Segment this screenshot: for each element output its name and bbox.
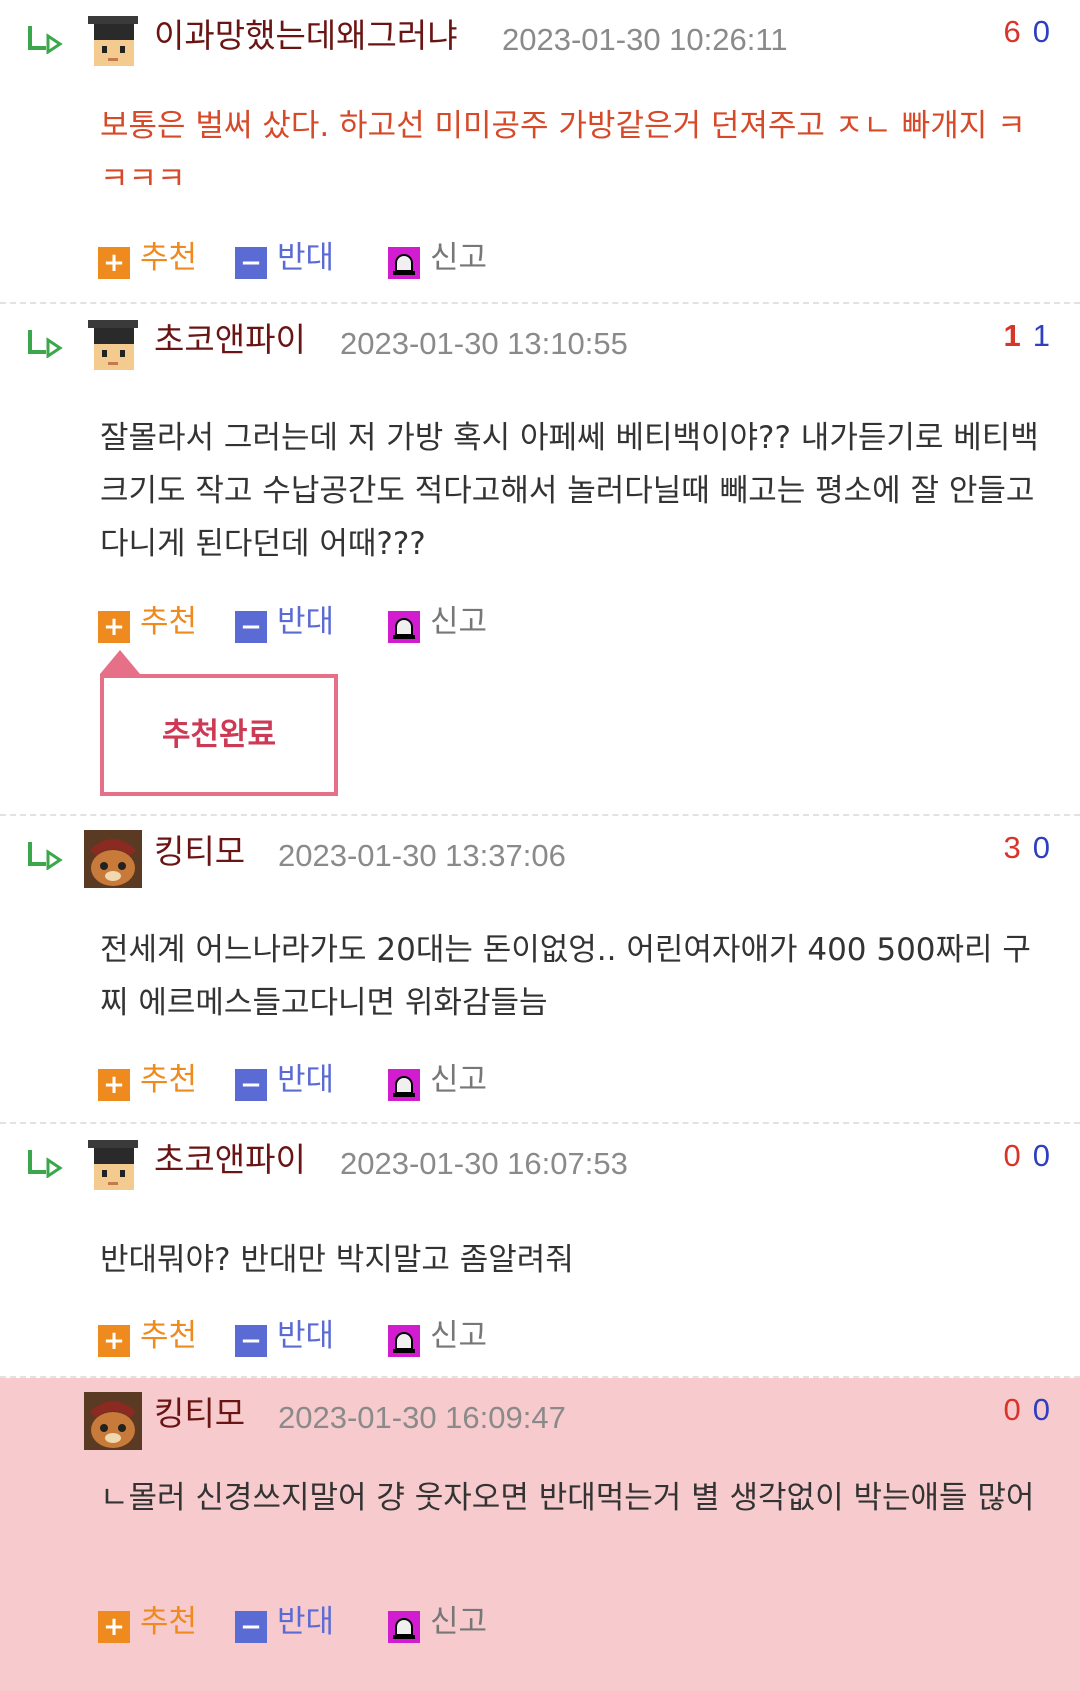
graduate-avatar-icon (84, 14, 142, 72)
reply-arrow-icon (28, 1150, 63, 1178)
downvote-count: 0 (1032, 1138, 1050, 1173)
minus-icon: − (235, 1069, 267, 1101)
comment-date: 2023-01-30 16:09:47 (278, 1400, 566, 1435)
downvote-count: 0 (1032, 1392, 1050, 1427)
minus-icon: − (235, 1325, 267, 1357)
vote-counts: 30 (1004, 826, 1051, 870)
comment-author[interactable]: 이과망했는데왜그러냐 (154, 14, 458, 58)
comment-author[interactable]: 킹티모 (154, 1392, 245, 1436)
graduate-avatar-icon (84, 1138, 142, 1196)
comment-item: 이과망했는데왜그러냐 2023-01-30 10:26:11 60 보통은 벌써… (0, 0, 1080, 304)
upvote-count: 0 (1003, 1138, 1021, 1173)
comment-date: 2023-01-30 13:10:55 (340, 326, 628, 361)
plus-icon: + (98, 611, 130, 643)
avatar[interactable] (84, 830, 142, 888)
plus-icon: + (98, 1325, 130, 1357)
teemo-avatar-icon (84, 1392, 142, 1450)
vote-counts: 00 (1004, 1134, 1051, 1178)
comment-date: 2023-01-30 16:07:53 (340, 1146, 628, 1181)
comment-author[interactable]: 킹티모 (154, 830, 245, 874)
comment-date: 2023-01-30 13:37:06 (278, 838, 566, 873)
vote-counts: 60 (1004, 10, 1051, 54)
comment-text: ㄴ몰러 신경쓰지말어 걍 웃자오면 반대먹는거 별 생각없이 박는애들 많어 (100, 1480, 1035, 1516)
vote-counts: 11 (1004, 314, 1051, 358)
avatar[interactable] (84, 1138, 142, 1196)
siren-icon (388, 611, 420, 643)
comment-date: 2023-01-30 10:26:11 (502, 22, 788, 57)
minus-icon: − (235, 247, 267, 279)
downvote-count: 0 (1032, 14, 1050, 49)
avatar[interactable] (84, 318, 142, 376)
comment-item: 초코앤파이 2023-01-30 16:07:53 00 반대뭐야? 반대만 박… (0, 1124, 1080, 1378)
reply-arrow-icon (28, 842, 63, 870)
avatar[interactable] (84, 1392, 142, 1450)
minus-icon: − (235, 1611, 267, 1643)
tooltip-arrow (100, 650, 140, 674)
siren-icon (388, 1325, 420, 1357)
upvote-count: 6 (1003, 14, 1021, 49)
graduate-avatar-icon (84, 318, 142, 376)
comment-author[interactable]: 초코앤파이 (154, 1138, 306, 1182)
comment-author[interactable]: 초코앤파이 (154, 318, 306, 362)
comment-text: 보통은 벌써 샀다. 하고선 미미공주 가방같은거 던져주고 ㅈㄴ 빠개지 ㅋㅋ… (100, 108, 1026, 197)
siren-icon (388, 1611, 420, 1643)
comment-item: 킹티모 2023-01-30 13:37:06 30 전세계 어느나라가도 20… (0, 816, 1080, 1124)
siren-icon (388, 1069, 420, 1101)
upvote-count: 1 (1003, 318, 1021, 353)
reply-arrow-icon (28, 26, 63, 54)
vote-counts: 00 (1004, 1388, 1051, 1432)
plus-icon: + (98, 1069, 130, 1101)
recommend-done-tooltip: 추천완료 (100, 674, 338, 796)
siren-icon (388, 247, 420, 279)
downvote-count: 1 (1032, 318, 1050, 353)
reply-arrow-icon (28, 330, 63, 358)
upvote-count: 0 (1003, 1392, 1021, 1427)
minus-icon: − (235, 611, 267, 643)
comment-text: 잘몰라서 그러는데 저 가방 혹시 아페쎄 베티백이야?? 내가듣기로 베티백 … (100, 420, 1039, 562)
avatar[interactable] (84, 14, 142, 72)
comment-text: 전세계 어느나라가도 20대는 돈이없엉.. 어린여자애가 400 500짜리 … (100, 932, 1031, 1021)
downvote-count: 0 (1032, 830, 1050, 865)
teemo-avatar-icon (84, 830, 142, 888)
plus-icon: + (98, 1611, 130, 1643)
plus-icon: + (98, 247, 130, 279)
comment-item: 초코앤파이 2023-01-30 13:10:55 11 잘몰라서 그러는데 저… (0, 304, 1080, 816)
comment-text: 반대뭐야? 반대만 박지말고 좀알려줘 (100, 1242, 574, 1278)
comment-item: 킹티모 2023-01-30 16:09:47 00 ㄴ몰러 신경쓰지말어 걍 … (0, 1378, 1080, 1691)
upvote-count: 3 (1003, 830, 1021, 865)
